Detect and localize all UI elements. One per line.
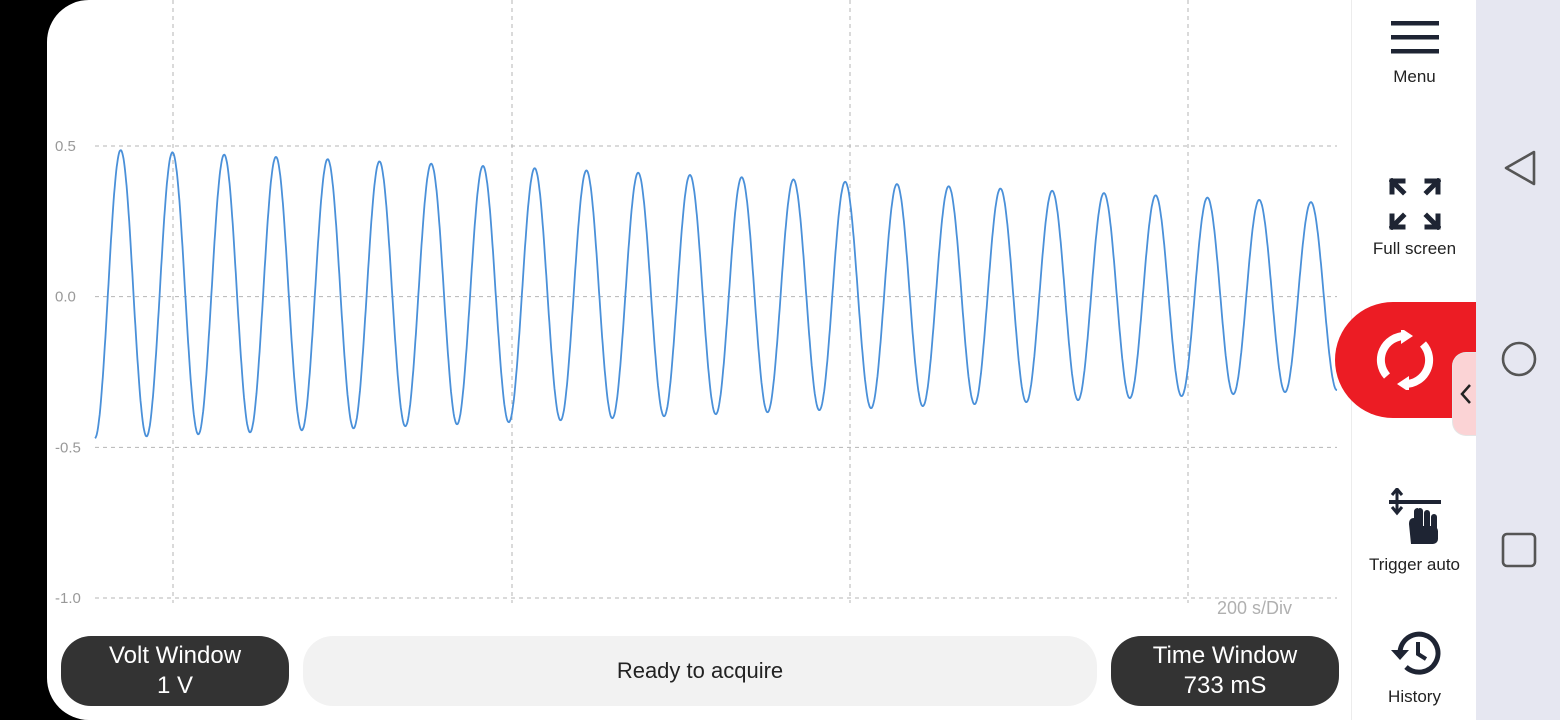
drawer-toggle[interactable] (1452, 352, 1476, 436)
trigger-auto-button[interactable]: Trigger auto (1352, 486, 1476, 575)
y-tick-label: -0.5 (55, 439, 81, 456)
history-label: History (1388, 687, 1441, 706)
recents-nav-icon[interactable] (1500, 530, 1540, 570)
trigger-hand-icon (1388, 486, 1441, 544)
status-bar: Ready to acquire (303, 636, 1097, 706)
history-button[interactable]: History (1352, 628, 1476, 707)
y-axis-labels: 0.5 0.0 -0.5 -1.0 (55, 138, 81, 607)
signal-trace (94, 149, 1338, 439)
chevron-left-icon (1460, 384, 1471, 404)
y-tick-label: -1.0 (55, 590, 81, 607)
plot-grid (95, 0, 1337, 603)
time-per-div-label: 200 s/Div (1217, 598, 1292, 618)
full-screen-button[interactable]: Full screen (1352, 177, 1476, 259)
oscilloscope-plot[interactable]: 0.5 0.0 -0.5 -1.0 200 s/Div (47, 0, 1476, 620)
menu-label: Menu (1393, 67, 1436, 86)
trigger-label: Trigger auto (1368, 555, 1461, 574)
menu-icon (1390, 21, 1439, 54)
volt-window-value: 1 V (156, 672, 194, 699)
volt-window-button[interactable]: Volt Window 1 V (61, 636, 289, 706)
home-nav-icon[interactable] (1500, 340, 1540, 380)
plot-canvas: 0.5 0.0 -0.5 -1.0 200 s/Div (55, 0, 1338, 618)
volt-window-title: Volt Window (108, 642, 242, 669)
refresh-icon (1376, 330, 1434, 390)
menu-button[interactable]: Menu (1352, 18, 1476, 87)
time-window-title: Time Window (1152, 642, 1298, 669)
fullscreen-icon (1387, 177, 1442, 231)
history-icon (1390, 631, 1440, 675)
y-tick-label: 0.0 (55, 289, 76, 306)
back-nav-icon[interactable] (1500, 148, 1540, 188)
time-window-value: 733 mS (1183, 672, 1267, 699)
full-screen-label: Full screen (1372, 239, 1457, 258)
y-tick-label: 0.5 (55, 138, 76, 155)
app-screen: 0.5 0.0 -0.5 -1.0 200 s/Div Volt Window 1 V… (47, 0, 1476, 720)
time-window-button[interactable]: Time Window 733 mS (1111, 636, 1339, 706)
